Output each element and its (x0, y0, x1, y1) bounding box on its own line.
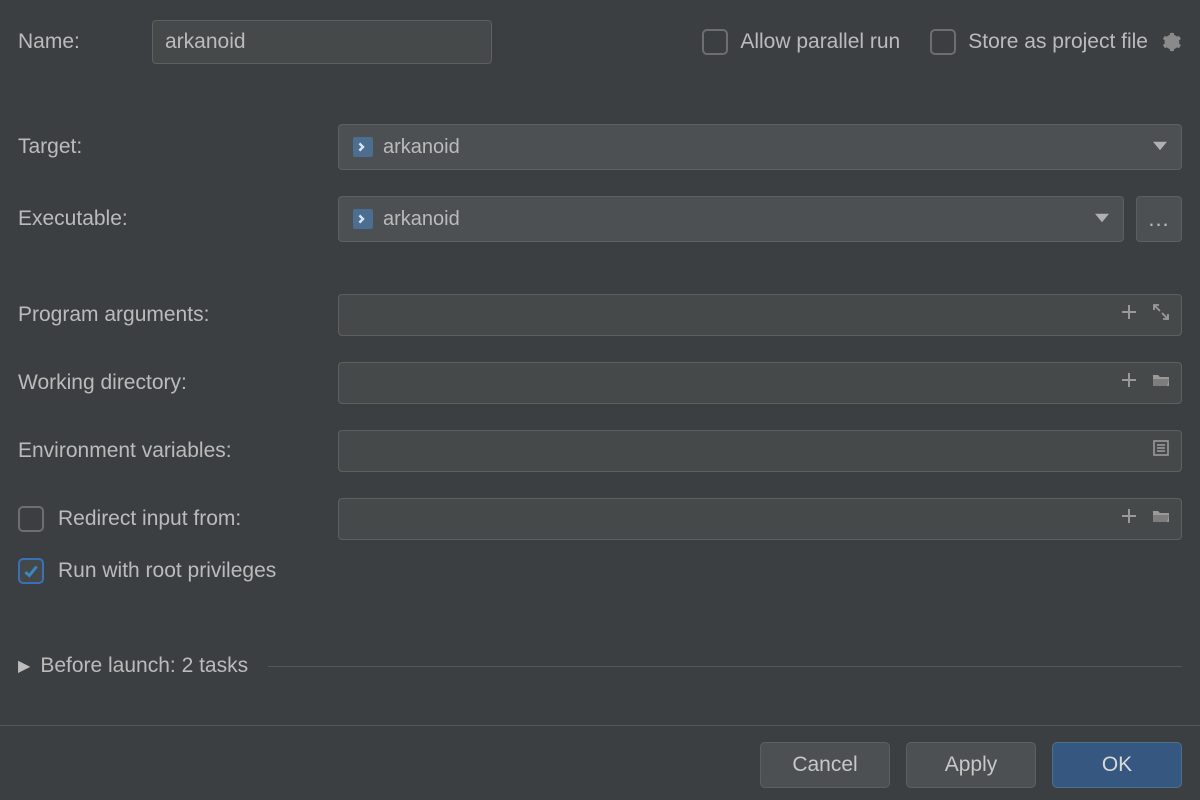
redirect-input-text[interactable] (349, 507, 1109, 532)
terminal-icon (353, 209, 373, 229)
redirect-input-label: Redirect input from: (58, 507, 241, 531)
program-args-text[interactable] (349, 303, 1109, 328)
folder-icon[interactable] (1151, 506, 1171, 532)
before-launch-section[interactable]: ▶ Before launch: 2 tasks (18, 654, 1182, 678)
terminal-icon (353, 137, 373, 157)
before-launch-label: Before launch: 2 tasks (40, 654, 248, 678)
env-vars-input[interactable] (338, 430, 1182, 472)
root-privileges-label: Run with root privileges (58, 559, 276, 583)
executable-combo[interactable]: arkanoid (338, 196, 1124, 242)
store-project-label: Store as project file (968, 30, 1148, 54)
working-dir-text[interactable] (349, 371, 1109, 396)
allow-parallel-checkbox[interactable] (702, 29, 728, 55)
env-vars-label: Environment variables: (18, 439, 338, 463)
executable-label: Executable: (18, 207, 338, 231)
divider (268, 666, 1182, 667)
store-project-checkbox[interactable] (930, 29, 956, 55)
plus-icon[interactable] (1119, 302, 1139, 328)
allow-parallel-label: Allow parallel run (740, 30, 900, 54)
name-input[interactable] (152, 20, 492, 64)
divider (0, 725, 1200, 726)
plus-icon[interactable] (1119, 506, 1139, 532)
executable-value: arkanoid (383, 208, 460, 231)
list-icon[interactable] (1151, 438, 1171, 464)
name-label: Name: (18, 30, 138, 54)
redirect-input-field[interactable] (338, 498, 1182, 540)
expand-icon[interactable] (1151, 302, 1171, 328)
redirect-input-checkbox[interactable] (18, 506, 44, 532)
gear-icon[interactable] (1160, 31, 1182, 53)
program-args-input[interactable] (338, 294, 1182, 336)
executable-browse-button[interactable]: ... (1136, 196, 1182, 242)
triangle-right-icon: ▶ (18, 656, 30, 676)
target-label: Target: (18, 135, 338, 159)
folder-icon[interactable] (1151, 370, 1171, 396)
plus-icon[interactable] (1119, 370, 1139, 396)
chevron-down-icon (1153, 136, 1167, 159)
cancel-button[interactable]: Cancel (760, 742, 890, 788)
ok-button[interactable]: OK (1052, 742, 1182, 788)
target-value: arkanoid (383, 136, 460, 159)
apply-button[interactable]: Apply (906, 742, 1036, 788)
working-dir-input[interactable] (338, 362, 1182, 404)
env-vars-text[interactable] (349, 439, 1141, 464)
chevron-down-icon (1095, 208, 1109, 231)
working-dir-label: Working directory: (18, 371, 338, 395)
program-args-label: Program arguments: (18, 303, 338, 327)
target-combo[interactable]: arkanoid (338, 124, 1182, 170)
root-privileges-checkbox[interactable] (18, 558, 44, 584)
